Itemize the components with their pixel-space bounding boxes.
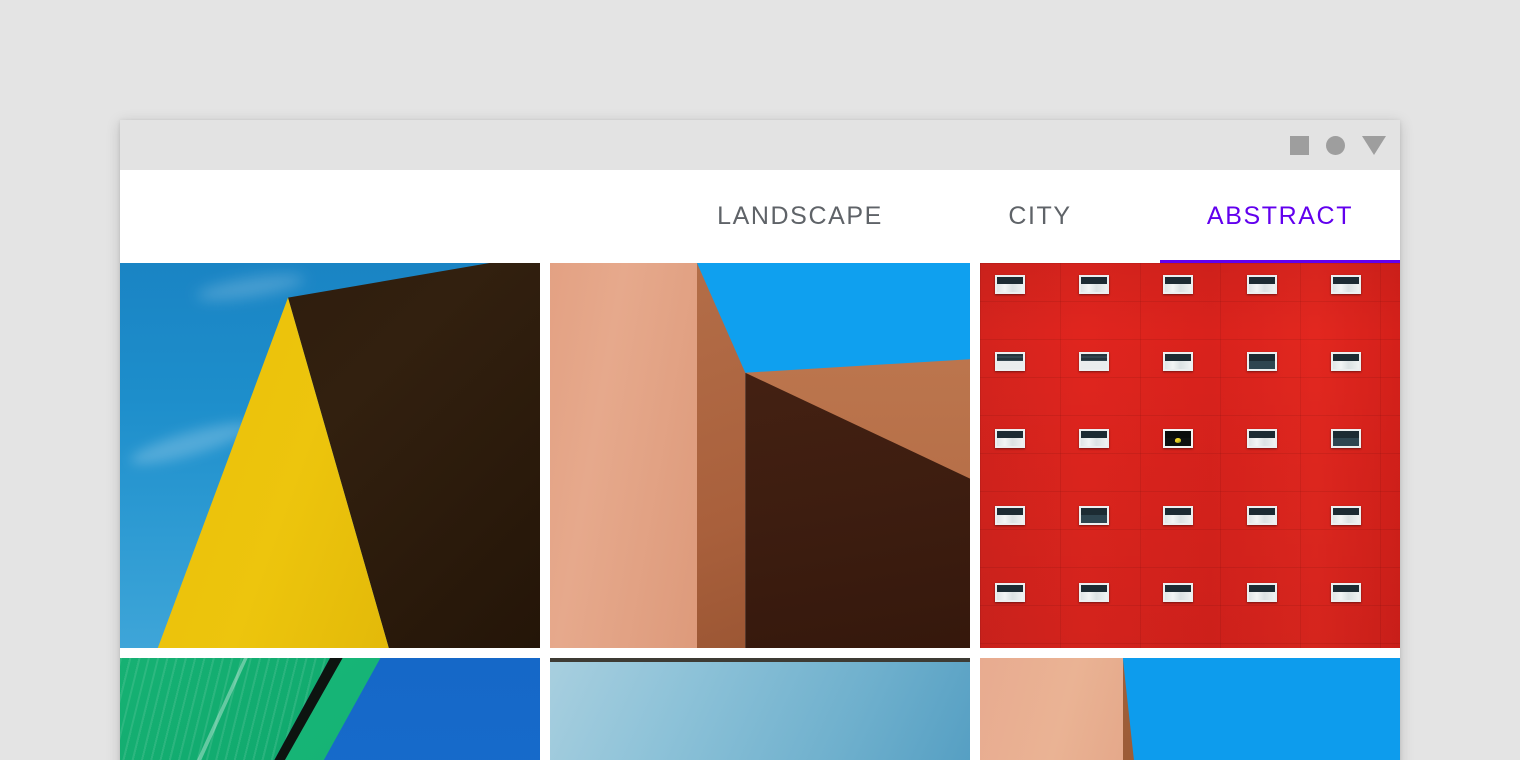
facade-window (1331, 583, 1362, 602)
tab-abstract-label: ABSTRACT (1206, 202, 1354, 230)
facade-window (1079, 429, 1110, 448)
facade-window (995, 352, 1026, 371)
facade-window (1247, 429, 1278, 448)
facade-window-cell (980, 340, 1064, 417)
tab-city-label: CITY (1008, 202, 1072, 230)
facade-window-cell (980, 417, 1064, 494)
photo-tile-red-facade[interactable] (980, 263, 1400, 648)
facade-window (1079, 352, 1110, 371)
facade-window-cell (1232, 263, 1316, 340)
tab-bar: LANDSCAPE CITY ABSTRACT (120, 170, 1400, 263)
top-edge-band (550, 658, 970, 662)
facade-window (995, 429, 1026, 448)
facade-window-cell (1316, 494, 1400, 571)
facade-window-cell (980, 571, 1064, 648)
facade-window-cell (1232, 340, 1316, 417)
facade-window (1079, 583, 1110, 602)
facade-window-cell (1064, 494, 1148, 571)
facade-window (1247, 506, 1278, 525)
facade-window-cell (1064, 263, 1148, 340)
facade-window-cell (1316, 417, 1400, 494)
gallery-window: LANDSCAPE CITY ABSTRACT (120, 120, 1400, 760)
facade-window (1331, 275, 1362, 294)
tab-landscape-label: LANDSCAPE (717, 202, 883, 230)
photo-tile-blue-gradient[interactable] (550, 658, 970, 760)
photo-tile-green-diagonal[interactable] (120, 658, 540, 760)
facade-window (1331, 429, 1362, 448)
facade-window-cell (1148, 571, 1232, 648)
facade-window (995, 506, 1026, 525)
front-wall-shape (550, 263, 697, 648)
facade-window-cell (1064, 417, 1148, 494)
front-wall-shape (980, 658, 1123, 760)
facade-window (1247, 352, 1278, 371)
tab-abstract[interactable]: ABSTRACT (1160, 170, 1400, 263)
facade-window-open (1163, 429, 1194, 448)
facade-window-cell (1232, 494, 1316, 571)
square-icon[interactable] (1290, 135, 1309, 155)
facade-window-cell (1316, 571, 1400, 648)
facade-window (995, 583, 1026, 602)
facade-window-cell (1148, 263, 1232, 340)
facade-window (1163, 352, 1194, 371)
facade-window-cell (1148, 340, 1232, 417)
triangle-down-icon[interactable] (1362, 135, 1386, 155)
photo-grid (120, 263, 1400, 760)
facade-window (1163, 506, 1194, 525)
window-controls (1290, 120, 1386, 170)
facade-window (1079, 506, 1110, 525)
facade-window-cell (1316, 263, 1400, 340)
facade-window (1247, 275, 1278, 294)
facade-window-cell (980, 494, 1064, 571)
facade-window (1163, 583, 1194, 602)
facade-window-grid (980, 263, 1400, 648)
window-titlebar (120, 120, 1400, 170)
circle-icon[interactable] (1326, 135, 1345, 155)
facade-window-cell (1064, 571, 1148, 648)
tab-city[interactable]: CITY (920, 170, 1160, 263)
facade-window (1331, 352, 1362, 371)
photo-tile-terracotta-walls[interactable] (550, 263, 970, 648)
facade-window (1331, 506, 1362, 525)
facade-window (995, 275, 1026, 294)
tab-landscape[interactable]: LANDSCAPE (680, 170, 920, 263)
facade-window-cell (1148, 494, 1232, 571)
facade-window-cell (1316, 340, 1400, 417)
facade-window-cell (1232, 417, 1316, 494)
photo-tile-salmon-wall[interactable] (980, 658, 1400, 760)
facade-window (1079, 275, 1110, 294)
app-root: LANDSCAPE CITY ABSTRACT (0, 0, 1520, 760)
facade-window-cell (1148, 417, 1232, 494)
facade-window (1247, 583, 1278, 602)
facade-window-cell (980, 263, 1064, 340)
facade-window-cell (1064, 340, 1148, 417)
facade-window-cell (1232, 571, 1316, 648)
facade-window (1163, 275, 1194, 294)
photo-tile-yellow-wedge[interactable] (120, 263, 540, 648)
